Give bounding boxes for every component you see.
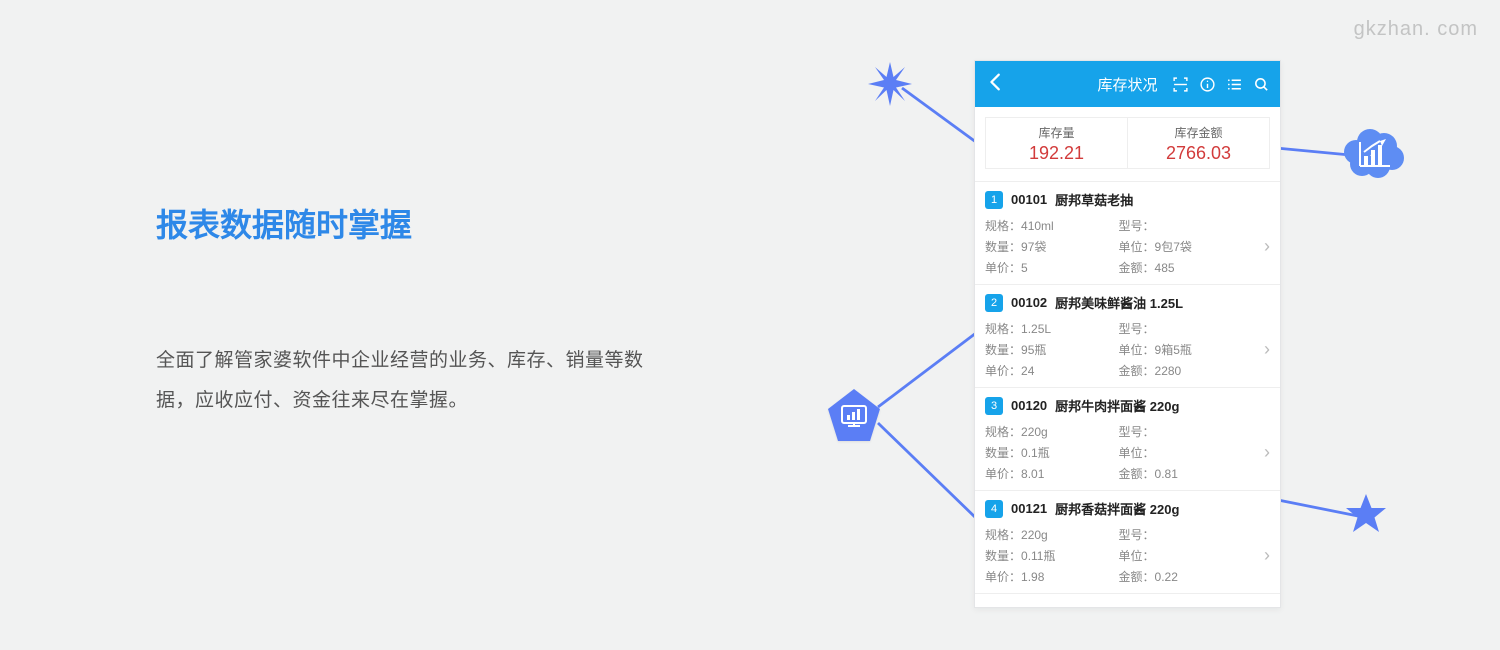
scan-icon[interactable] <box>1172 76 1189 93</box>
qty-field: 数量：95瓶 <box>985 341 1119 358</box>
list-item[interactable]: 2 00102 厨邦美味鲜酱油 1.25L 规格：1.25L型号： › 数量：95瓶单位：… <box>975 285 1280 388</box>
summary-qty[interactable]: 库存量 192.21 <box>985 117 1127 169</box>
spec-field: 规格：410ml <box>985 217 1119 234</box>
summary-amount[interactable]: 库存金额 2766.03 <box>1127 117 1270 169</box>
spec-field: 规格：220g <box>985 526 1119 543</box>
app-header: 库存状况 <box>975 61 1280 107</box>
item-code: 00101 <box>1011 192 1047 207</box>
star-icon <box>1344 492 1388 541</box>
list-item[interactable]: 4 00121 厨邦香菇拌面酱 220g 规格：220g型号： › 数量：0.11瓶单位：… <box>975 491 1280 594</box>
chevron-right-icon[interactable]: › <box>1252 442 1270 463</box>
qty-field: 数量：0.1瓶 <box>985 444 1119 461</box>
list-item[interactable]: 1 00101 厨邦草菇老抽规格：410ml型号： › 数量：97袋单位：9包7袋单价：… <box>975 182 1280 285</box>
back-icon[interactable] <box>985 71 1007 98</box>
index-badge: 4 <box>985 500 1003 518</box>
index-badge: 1 <box>985 191 1003 209</box>
amount-field: 金额：0.81 <box>1119 465 1253 482</box>
phone-mockup: 库存状况 <box>974 60 1281 608</box>
summary-amount-label: 库存金额 <box>1128 124 1269 141</box>
item-name: 厨邦牛肉拌面酱 220g <box>1055 396 1179 415</box>
list-item[interactable]: 3 00120 厨邦牛肉拌面酱 220g 规格：220g型号： › 数量：0.1瓶单位：单… <box>975 388 1280 491</box>
index-badge: 3 <box>985 397 1003 415</box>
qty-field: 数量：97袋 <box>985 238 1119 255</box>
starburst-icon <box>868 62 912 111</box>
item-list[interactable]: 100101厨邦草菇老抽规格：410ml型号：›数量：97袋单位：9包7袋单价：… <box>975 182 1280 594</box>
chevron-right-icon[interactable]: › <box>1252 545 1270 566</box>
item-code: 00102 <box>1011 295 1047 310</box>
qty-field: 数量：0.11瓶 <box>985 547 1119 564</box>
price-field: 单价：1.98 <box>985 568 1119 585</box>
chevron-right-icon[interactable]: › <box>1252 339 1270 360</box>
cloud-chart-icon <box>1342 128 1406 189</box>
unit-field: 单位：9包7袋 <box>1119 238 1253 255</box>
model-field: 型号： <box>1119 217 1253 234</box>
summary-amount-value: 2766.03 <box>1128 143 1269 164</box>
list-icon[interactable] <box>1226 76 1243 93</box>
item-name: 厨邦美味鲜酱油 1.25L <box>1055 293 1183 312</box>
amount-field: 金额：2280 <box>1119 362 1253 379</box>
info-icon[interactable] <box>1199 76 1216 93</box>
page-title: 库存状况 <box>1097 74 1157 95</box>
item-name: 厨邦香菇拌面酱 220g <box>1055 499 1179 518</box>
summary-row: 库存量 192.21 库存金额 2766.03 <box>975 107 1280 182</box>
unit-field: 单位： <box>1119 547 1253 564</box>
amount-field: 金额：485 <box>1119 259 1253 276</box>
search-icon[interactable] <box>1253 76 1270 93</box>
chevron-right-icon[interactable]: › <box>1252 236 1270 257</box>
price-field: 单价：24 <box>985 362 1119 379</box>
summary-qty-label: 库存量 <box>986 124 1127 141</box>
model-field: 型号： <box>1119 423 1253 440</box>
amount-field: 金额：0.22 <box>1119 568 1253 585</box>
index-badge: 2 <box>985 294 1003 312</box>
unit-field: 单位： <box>1119 444 1253 461</box>
unit-field: 单位：9箱5瓶 <box>1119 341 1253 358</box>
item-code: 00121 <box>1011 501 1047 516</box>
monitor-chart-icon <box>826 388 882 444</box>
item-code: 00120 <box>1011 398 1047 413</box>
model-field: 型号： <box>1119 320 1253 337</box>
summary-qty-value: 192.21 <box>986 143 1127 164</box>
spec-field: 规格：1.25L <box>985 320 1119 337</box>
item-name: 厨邦草菇老抽 <box>1055 190 1133 209</box>
price-field: 单价：8.01 <box>985 465 1119 482</box>
model-field: 型号： <box>1119 526 1253 543</box>
price-field: 单价：5 <box>985 259 1119 276</box>
spec-field: 规格：220g <box>985 423 1119 440</box>
